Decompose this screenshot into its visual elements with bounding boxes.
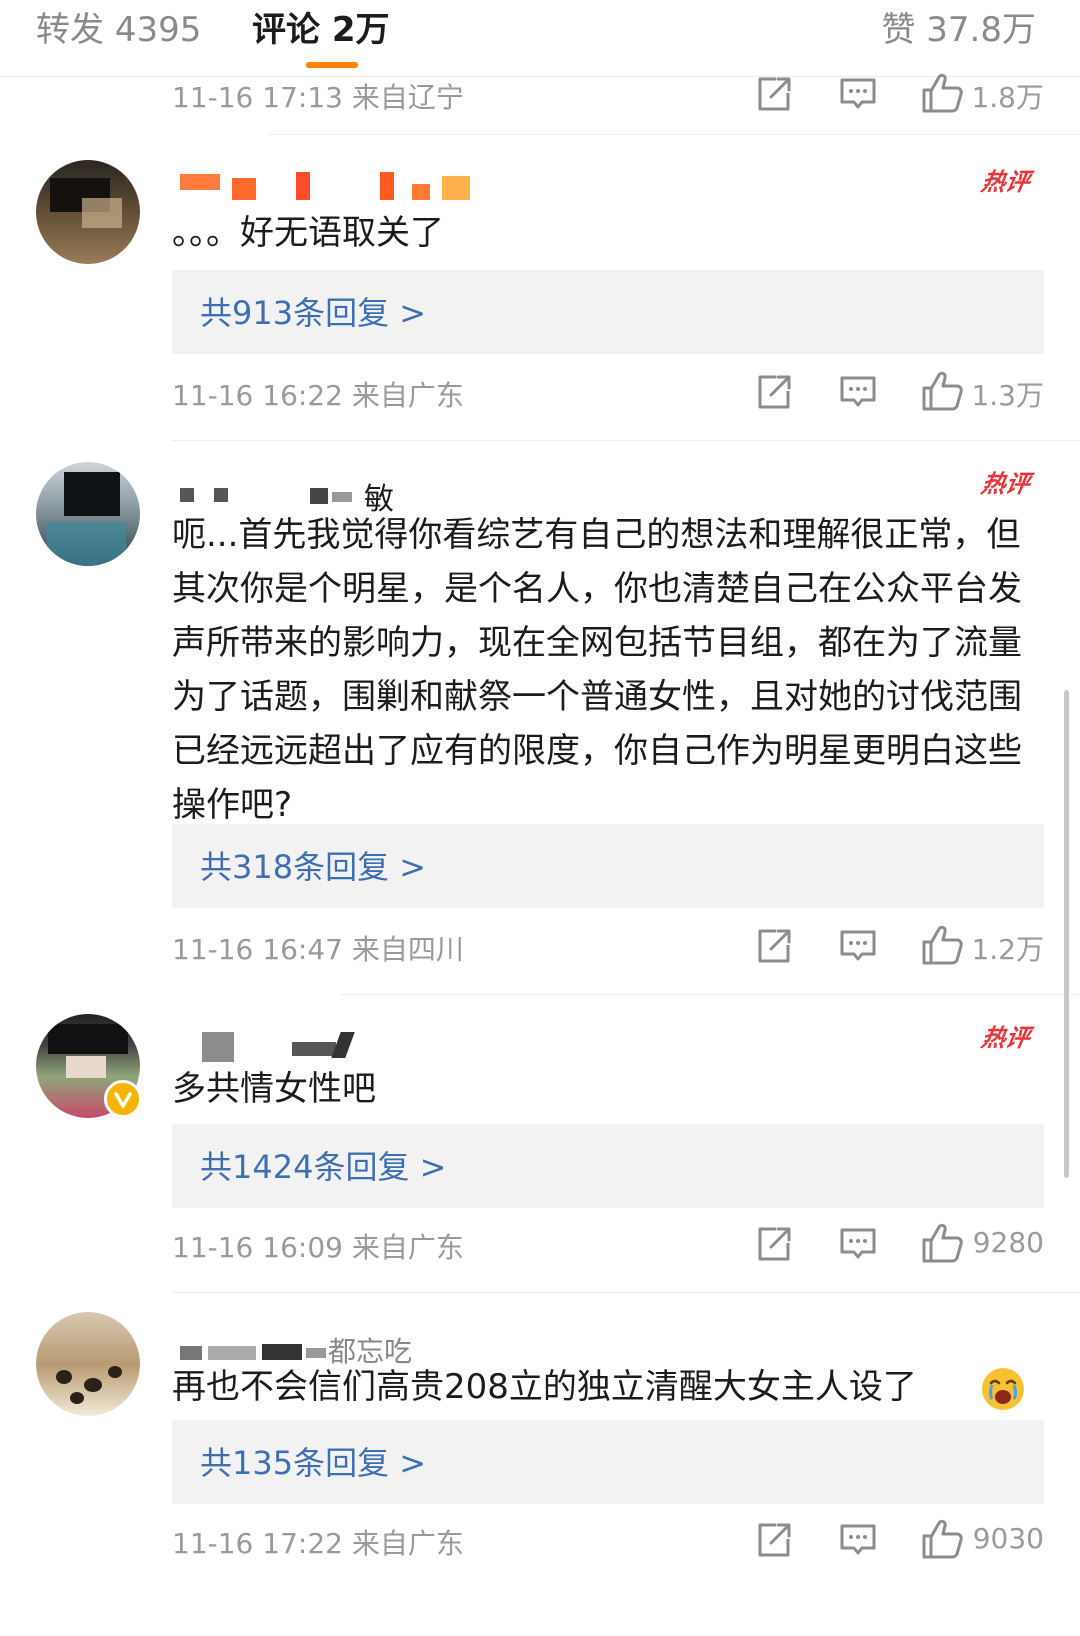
comment-icon[interactable] (838, 372, 878, 412)
avatar[interactable] (36, 160, 140, 264)
replies-box[interactable]: 共913条回复 > (172, 270, 1044, 354)
thumbs-up-icon[interactable] (920, 1222, 964, 1264)
comment-meta-row: 11-16 16:22 来自广东 1.3万 (172, 370, 1044, 414)
thumbs-up-icon[interactable] (920, 924, 964, 966)
share-icon[interactable] (754, 372, 794, 412)
divider (172, 440, 1080, 441)
username-blurred[interactable] (180, 172, 470, 208)
thumbs-up-icon[interactable] (920, 370, 964, 412)
comment-meta-row: 11-16 16:09 来自广东 9280 (172, 1222, 1044, 1266)
comment-meta-row: 11-16 17:22 来自广东 9030 (172, 1518, 1044, 1562)
view-replies-link[interactable]: 共913条回复 > (200, 288, 426, 334)
scrollbar[interactable] (1064, 690, 1069, 1178)
thumbs-up-icon[interactable] (920, 72, 964, 114)
tab-likes[interactable]: 赞 37.8万 (881, 2, 1036, 51)
avatar[interactable] (36, 462, 140, 566)
hot-comment-badge: 热评 (979, 1024, 1033, 1052)
comment-timestamp: 11-16 16:09 来自广东 (172, 1231, 464, 1264)
crying-face-icon (980, 1366, 1026, 1412)
avatar[interactable] (36, 1312, 140, 1416)
view-replies-link[interactable]: 共135条回复 > (200, 1438, 426, 1484)
like-count: 1.8万 (971, 81, 1044, 114)
comment-icon[interactable] (838, 1520, 878, 1560)
comment-icon[interactable] (838, 74, 878, 114)
comment-timestamp: 11-16 17:22 来自广东 (172, 1527, 464, 1560)
share-icon[interactable] (754, 1520, 794, 1560)
comment-text: 呃...首先我觉得你看综艺有自己的想法和理解很正常，但其次你是个明星，是个名人，… (172, 515, 1022, 825)
share-icon[interactable] (754, 74, 794, 114)
comment-meta-row: 11-16 17:13 来自辽宁 1.8万 (172, 72, 1044, 116)
replies-box[interactable]: 共1424条回复 > (172, 1124, 1044, 1208)
thumbs-up-icon[interactable] (920, 1518, 964, 1560)
tab-comments[interactable]: 评论 2万 (252, 2, 390, 51)
tab-repost[interactable]: 转发 4395 (36, 2, 201, 51)
like-count: 1.3万 (971, 379, 1044, 412)
comment-text: 。。。好无语取关了 (172, 213, 444, 253)
comment-meta-row: 11-16 16:47 来自四川 1.2万 (172, 924, 1044, 968)
divider (340, 994, 1080, 995)
active-tab-indicator (306, 62, 358, 68)
verified-badge-icon (104, 1080, 142, 1118)
divider (268, 134, 1080, 135)
view-replies-link[interactable]: 共318条回复 > (200, 842, 426, 888)
view-replies-link[interactable]: 共1424条回复 > (200, 1142, 446, 1188)
comment-text: 再也不会信们高贵208立的独立清醒大女主人设了 (172, 1367, 917, 1407)
comment-timestamp: 11-16 17:13 来自辽宁 (172, 81, 464, 114)
comment-timestamp: 11-16 16:47 来自四川 (172, 933, 464, 966)
hot-comment-badge: 热评 (979, 168, 1033, 196)
comment-icon[interactable] (838, 926, 878, 966)
like-count: 9030 (972, 1522, 1044, 1555)
comment-icon[interactable] (838, 1224, 878, 1264)
like-count: 9280 (972, 1226, 1044, 1259)
like-count: 1.2万 (971, 933, 1044, 966)
replies-box[interactable]: 共135条回复 > (172, 1420, 1044, 1504)
comment-text: 多共情女性吧 (172, 1069, 376, 1109)
divider (172, 1292, 1080, 1293)
comment-timestamp: 11-16 16:22 来自广东 (172, 379, 464, 412)
hot-comment-badge: 热评 (979, 470, 1033, 498)
share-icon[interactable] (754, 926, 794, 966)
comment-tabs: 转发 4395 评论 2万 赞 37.8万 (0, 0, 1080, 77)
replies-box[interactable]: 共318条回复 > (172, 824, 1044, 908)
share-icon[interactable] (754, 1224, 794, 1264)
